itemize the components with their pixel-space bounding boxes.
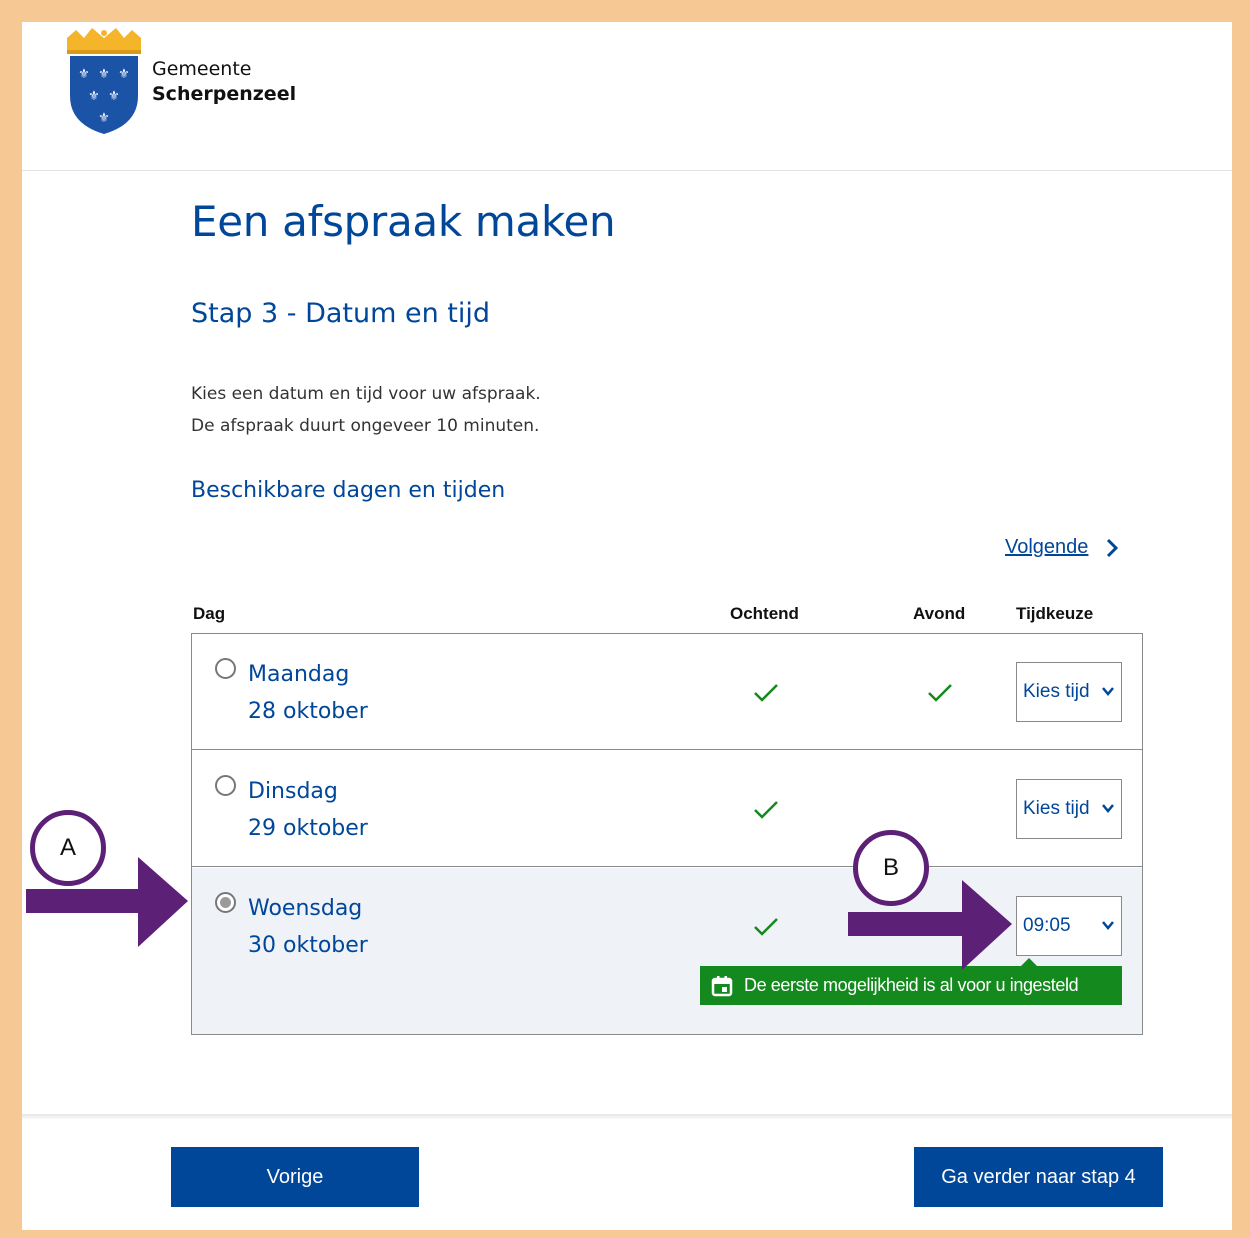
svg-text:⚜: ⚜ [88,89,100,104]
page-title: Een afspraak maken [191,197,616,246]
day-radio-tuesday[interactable] [215,775,236,796]
intro-line-2: De afspraak duurt ongeveer 10 minuten. [191,416,540,436]
date: 30 oktober [248,933,368,958]
intro-text: Kies een datum en tijd voor uw afspraak.… [191,378,541,442]
continue-step-4-button[interactable]: Ga verder naar stap 4 [914,1147,1163,1207]
column-header-morning: Ochtend [730,604,799,623]
time-select-wednesday[interactable]: 09:05 [1016,896,1122,956]
time-select-value: Kies tijd [1023,798,1090,819]
tooltip-text: De eerste mogelijkheid is al voor u inge… [744,975,1079,995]
section-title: Beschikbare dagen en tijden [191,478,506,503]
availability-table: Maandag 28 oktober Kies tijd Dinsdag 29 … [191,633,1143,1035]
svg-text:⚜: ⚜ [78,67,90,82]
annotation-b-arrow-icon [848,880,1012,970]
svg-text:⚜: ⚜ [118,67,130,82]
day-radio-monday[interactable] [215,658,236,679]
calendar-icon [711,975,733,996]
footer-divider [22,1114,1232,1119]
organization-name: Gemeente Scherpenzeel [152,57,296,107]
municipality-logo[interactable]: ⚜ ⚜ ⚜ ⚜ ⚜ ⚜ [64,26,144,136]
next-week-link[interactable]: Volgende [1005,536,1119,559]
svg-text:⚜: ⚜ [98,67,110,82]
column-header-evening: Avond [913,604,966,623]
day-label[interactable]: Maandag 28 oktober [248,656,368,730]
svg-text:⚜: ⚜ [108,89,120,104]
next-week-link-label: Volgende [1005,536,1089,558]
weekday: Woensdag [248,896,363,921]
column-header-day: Dag [193,604,226,623]
chevron-down-icon [1102,804,1114,813]
time-select-monday[interactable]: Kies tijd [1016,662,1122,722]
weekday: Maandag [248,662,350,687]
time-select-value: Kies tijd [1023,681,1090,702]
day-label[interactable]: Dinsdag 29 oktober [248,773,368,847]
organization-name-line1: Gemeente [152,58,252,80]
chevron-down-icon [1102,687,1114,696]
svg-text:⚜: ⚜ [98,111,110,126]
date: 28 oktober [248,699,368,724]
check-icon [928,684,952,702]
intro-line-1: Kies een datum en tijd voor uw afspraak. [191,384,541,404]
header-divider [22,170,1232,171]
time-select-value: 09:05 [1023,915,1071,936]
day-radio-wednesday[interactable] [215,892,236,913]
organization-name-line2: Scherpenzeel [152,83,297,105]
weekday: Dinsdag [248,779,338,804]
table-row[interactable]: Dinsdag 29 oktober Kies tijd [192,751,1142,867]
table-row[interactable]: Maandag 28 oktober Kies tijd [192,634,1142,750]
annotation-a-arrow-icon [26,857,188,947]
step-title: Stap 3 - Datum en tijd [191,298,491,329]
chevron-right-icon [1107,538,1119,557]
check-icon [754,918,778,936]
time-select-tuesday[interactable]: Kies tijd [1016,779,1122,839]
check-icon [754,801,778,819]
previous-button[interactable]: Vorige [171,1147,419,1207]
date: 29 oktober [248,816,368,841]
chevron-down-icon [1102,921,1114,930]
day-label[interactable]: Woensdag 30 oktober [248,890,368,964]
check-icon [754,684,778,702]
column-header-time: Tijdkeuze [1016,604,1094,623]
